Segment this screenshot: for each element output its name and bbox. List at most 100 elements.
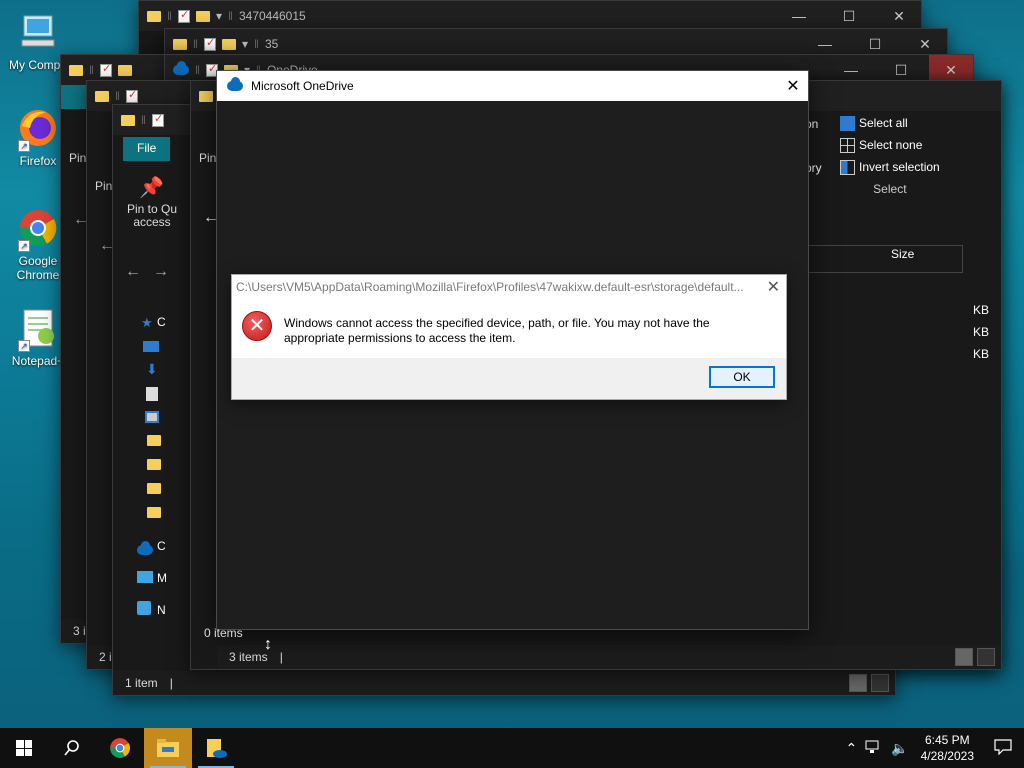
dialog-message: Windows cannot access the specified devi… bbox=[284, 316, 710, 345]
properties-icon[interactable] bbox=[203, 36, 216, 51]
ribbon-select-group: Select all Select none Invert selection … bbox=[840, 112, 940, 196]
properties-icon[interactable] bbox=[151, 112, 164, 127]
network-icon[interactable] bbox=[865, 740, 883, 757]
new-folder-icon[interactable] bbox=[117, 64, 132, 76]
ribbon-group-label: Select bbox=[873, 182, 907, 196]
folder-icon bbox=[199, 90, 213, 102]
folder-icon bbox=[173, 38, 187, 50]
pin-icon[interactable]: 📌 bbox=[139, 175, 164, 200]
notepadpp-icon: ↗ bbox=[16, 306, 60, 352]
select-none-button[interactable]: Select none bbox=[840, 134, 940, 156]
start-button[interactable] bbox=[0, 728, 48, 768]
onedrive-icon bbox=[137, 541, 153, 555]
document-icon bbox=[146, 387, 158, 401]
dropdown-icon[interactable]: ▾ bbox=[216, 9, 222, 23]
file-explorer-icon bbox=[157, 739, 179, 757]
select-none-icon bbox=[840, 137, 855, 153]
firefox-icon: ↗ bbox=[16, 106, 60, 152]
dropdown-icon[interactable]: ▾ bbox=[242, 37, 248, 51]
folder-icon bbox=[147, 10, 161, 22]
select-all-button[interactable]: Select all bbox=[840, 112, 940, 134]
pin-label: Pin bbox=[95, 179, 113, 193]
properties-icon[interactable] bbox=[99, 62, 112, 77]
onedrive-titlebar[interactable]: Microsoft OneDrive bbox=[217, 71, 808, 101]
folder-icon bbox=[147, 507, 161, 518]
notifications-icon[interactable] bbox=[994, 738, 1012, 758]
close-button[interactable]: ✕ bbox=[778, 71, 808, 101]
taskbar-file-explorer[interactable] bbox=[144, 728, 192, 768]
chevron-up-icon[interactable]: ⌃ bbox=[845, 740, 857, 757]
window-title: 35 bbox=[264, 37, 279, 51]
invert-selection-label: Invert selection bbox=[859, 160, 940, 174]
search-box[interactable] bbox=[803, 245, 963, 273]
nav-item-network[interactable]: N bbox=[157, 603, 166, 617]
error-dialog[interactable]: C:\Users\VM5\AppData\Roaming\Mozilla\Fir… bbox=[231, 274, 787, 400]
dialog-title: C:\Users\VM5\AppData\Roaming\Mozilla\Fir… bbox=[236, 280, 744, 294]
computer-icon bbox=[16, 10, 60, 54]
pin-label: Pin bbox=[69, 151, 87, 165]
taskbar-onedrive-explorer[interactable] bbox=[192, 728, 240, 768]
details-view-button[interactable] bbox=[955, 648, 973, 666]
details-view-button[interactable] bbox=[849, 674, 867, 692]
forward-arrow-icon[interactable]: → bbox=[153, 263, 169, 281]
view-buttons[interactable] bbox=[849, 674, 889, 692]
column-header-size[interactable]: Size bbox=[891, 247, 914, 261]
system-tray: ⌃ 🔈 6:45 PM 4/28/2023 bbox=[845, 728, 1024, 768]
select-all-icon bbox=[840, 115, 855, 131]
folder-icon bbox=[147, 459, 161, 470]
invert-selection-icon bbox=[840, 159, 855, 175]
new-folder-icon[interactable] bbox=[221, 38, 236, 50]
large-icons-view-button[interactable] bbox=[977, 648, 995, 666]
clock-date: 4/28/2023 bbox=[920, 749, 974, 763]
search-button[interactable] bbox=[48, 728, 96, 768]
star-icon: ★ bbox=[141, 315, 153, 330]
window-title: 3470446015 bbox=[238, 9, 306, 23]
properties-icon[interactable] bbox=[125, 88, 138, 103]
clock[interactable]: 6:45 PM 4/28/2023 bbox=[921, 732, 974, 764]
start-icon bbox=[16, 740, 32, 756]
folder-icon bbox=[69, 64, 83, 76]
nav-item-this-pc[interactable]: M bbox=[157, 571, 167, 585]
onedrive-explorer-icon bbox=[207, 739, 227, 758]
select-all-label: Select all bbox=[859, 116, 908, 130]
status-item-count: 3 items bbox=[229, 650, 268, 664]
folder-icon bbox=[147, 483, 161, 494]
network-icon bbox=[137, 601, 151, 615]
invert-selection-button[interactable]: Invert selection bbox=[840, 156, 940, 178]
file-tab[interactable]: File bbox=[123, 137, 171, 161]
pin-to-quick-access-label[interactable]: Pin to Qu access bbox=[121, 203, 183, 229]
large-icons-view-button[interactable] bbox=[871, 674, 889, 692]
status-item-count: 1 item bbox=[125, 676, 158, 690]
nav-item-quick-access[interactable]: C bbox=[157, 315, 166, 329]
search-icon bbox=[64, 740, 79, 756]
folder-icon bbox=[95, 90, 109, 102]
close-button[interactable]: ✕ bbox=[877, 1, 921, 31]
desktop-icon bbox=[143, 341, 159, 352]
chrome-icon: ↗ bbox=[16, 206, 60, 252]
resize-cursor-icon: ↕ bbox=[264, 636, 272, 653]
file-size-cell: KB bbox=[973, 325, 990, 339]
status-item-count: 2 i bbox=[99, 650, 112, 664]
properties-icon[interactable] bbox=[177, 8, 190, 23]
status-bar: 3 items | bbox=[217, 645, 1001, 669]
new-folder-icon[interactable] bbox=[195, 10, 210, 22]
onedrive-status-item-count: 0 items bbox=[204, 626, 243, 640]
close-icon[interactable]: ✕ bbox=[767, 277, 780, 297]
taskbar-chrome[interactable] bbox=[96, 728, 144, 768]
volume-icon[interactable]: 🔈 bbox=[891, 740, 908, 757]
nav-item-onedrive[interactable]: C bbox=[157, 539, 166, 553]
window-title: Microsoft OneDrive bbox=[251, 79, 354, 93]
onedrive-icon bbox=[227, 77, 243, 91]
error-icon: ✕ bbox=[242, 311, 272, 341]
ok-button[interactable]: OK bbox=[709, 366, 775, 388]
select-none-label: Select none bbox=[859, 138, 923, 152]
minimize-button[interactable]: — bbox=[777, 1, 821, 31]
status-bar: 1 item | bbox=[113, 671, 895, 695]
file-size-cell: KB bbox=[973, 347, 990, 361]
dialog-body: ✕ Windows cannot access the specified de… bbox=[232, 299, 786, 359]
back-arrow-icon[interactable]: ← bbox=[125, 263, 141, 281]
taskbar: ⌃ 🔈 6:45 PM 4/28/2023 bbox=[0, 728, 1024, 768]
file-size-cell: KB bbox=[973, 303, 990, 317]
maximize-button[interactable]: ☐ bbox=[827, 1, 871, 31]
view-buttons[interactable] bbox=[955, 648, 995, 666]
